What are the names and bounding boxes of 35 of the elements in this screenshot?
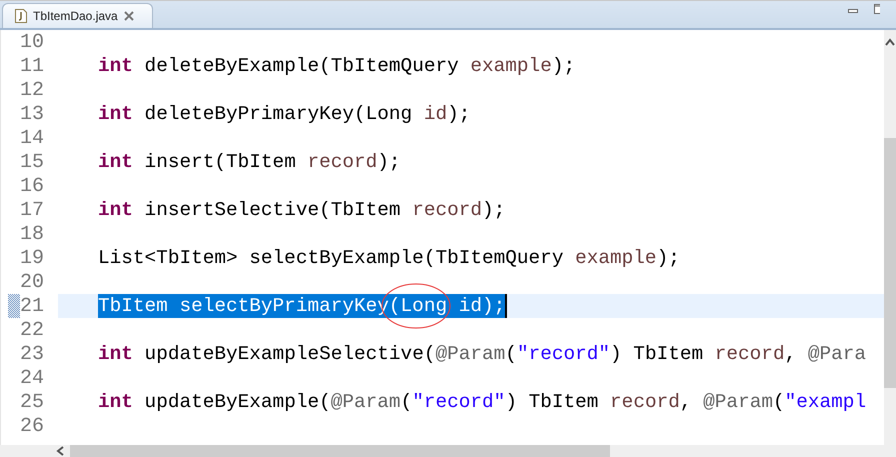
scrollbar-thumb[interactable] — [70, 445, 610, 457]
line-number: 16 — [20, 174, 46, 198]
line-number: 17 — [20, 198, 46, 222]
line-number: 12 — [20, 78, 46, 102]
editor-tab[interactable]: TbItemDao.java — [2, 3, 153, 28]
line-number: 19 — [20, 246, 46, 270]
maximize-icon[interactable] — [874, 4, 880, 14]
minimize-icon[interactable] — [848, 9, 858, 14]
code-line: int updateByExampleSelective(@Param("record") TbItem record, @Para — [98, 342, 866, 366]
horizontal-scrollbar[interactable] — [0, 445, 896, 457]
line-number: 14 — [20, 126, 46, 150]
java-file-icon — [15, 9, 27, 23]
line-number: 25 — [20, 390, 46, 414]
line-number: 22 — [20, 318, 46, 342]
line-number: 20 — [20, 270, 46, 294]
scroll-left-icon[interactable] — [56, 446, 64, 456]
code-line: int deleteByExample(TbItemQuery example); — [98, 54, 576, 78]
scroll-up-icon[interactable] — [885, 38, 895, 46]
code-line: int updateByExample(@Param("record") TbItem record, @Param("exampl — [98, 390, 866, 414]
code-line: int insert(TbItem record); — [98, 150, 401, 174]
line-number: 24 — [20, 366, 46, 390]
line-number: 13 — [20, 102, 46, 126]
close-icon[interactable] — [124, 11, 134, 21]
code-line: int deleteByPrimaryKey(Long id); — [98, 102, 470, 126]
line-number: 11 — [20, 54, 46, 78]
line-number: 15 — [20, 150, 46, 174]
line-number: 26 — [20, 414, 46, 438]
code-line: List<TbItem> selectByExample(TbItemQuery example); — [98, 246, 680, 270]
line-number: 21 — [20, 294, 46, 318]
scrollbar-thumb[interactable] — [884, 138, 896, 388]
line-number: 18 — [20, 222, 46, 246]
vertical-scrollbar[interactable] — [884, 30, 896, 445]
line-number: 23 — [20, 342, 46, 366]
line-number: 10 — [20, 30, 46, 54]
code-line: int insertSelective(TbItem record); — [98, 198, 506, 222]
